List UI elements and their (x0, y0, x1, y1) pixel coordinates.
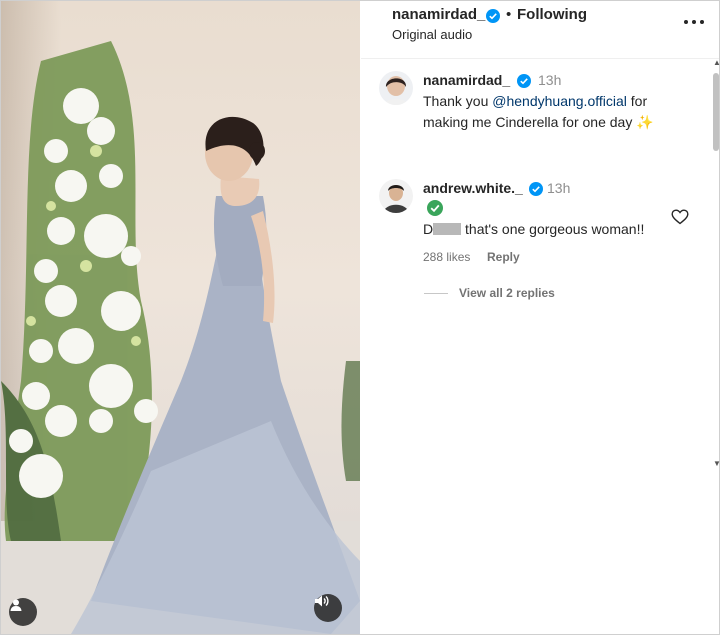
sound-toggle-button[interactable] (314, 594, 342, 622)
comment-text-prefix: D (423, 221, 434, 237)
avatar[interactable] (379, 179, 413, 213)
heart-outline-icon[interactable] (671, 209, 689, 230)
scroll-up-arrow-icon[interactable]: ▲ (713, 58, 720, 67)
user-tag-button[interactable] (9, 598, 37, 626)
more-options-icon[interactable] (682, 12, 706, 32)
verified-badge-icon (529, 182, 543, 196)
comment-timestamp[interactable]: 13h (538, 72, 561, 88)
post-photo (1, 41, 360, 634)
following-button[interactable]: Following (517, 6, 587, 23)
comment-username[interactable]: nanamirdad_ (423, 72, 510, 88)
comments-panel: nanamirdad_ • Following Original audio n… (361, 1, 719, 634)
post-header: nanamirdad_ • Following Original audio (361, 1, 719, 59)
header-username[interactable]: nanamirdad_ (392, 6, 485, 23)
original-audio-link[interactable]: Original audio (392, 27, 472, 42)
check-badge-icon (427, 200, 443, 216)
comment-timestamp[interactable]: 13h (547, 180, 570, 196)
avatar-image (379, 71, 413, 105)
like-count[interactable]: 288 likes (423, 250, 470, 264)
comment-text: D that's one gorgeous woman!! (423, 219, 673, 240)
caption-text: Thank you @hendyhuang.official for makin… (423, 91, 703, 133)
sparkles-emoji: ✨ (636, 114, 654, 130)
verified-badge-icon (486, 9, 500, 23)
user-tag-icon (10, 599, 22, 611)
post-media[interactable] (1, 1, 360, 634)
replies-divider (424, 293, 448, 294)
reply-button[interactable]: Reply (487, 250, 520, 264)
avatar-image (379, 179, 413, 213)
scroll-down-arrow-icon[interactable]: ▼ (713, 459, 720, 468)
comment-text-body: that's one gorgeous woman!! (461, 221, 645, 237)
censored-word (433, 223, 462, 235)
avatar[interactable] (379, 71, 413, 105)
caption-text-line2: making me Cinderella for one day (423, 114, 633, 130)
scrollbar-thumb[interactable] (713, 73, 719, 151)
header-separator: • (506, 6, 512, 23)
caption-text-part: Thank you (423, 93, 493, 109)
mention-link[interactable]: @hendyhuang.official (492, 93, 627, 109)
speaker-icon (315, 595, 329, 607)
comment-username[interactable]: andrew.white._ (423, 180, 523, 196)
view-replies-button[interactable]: View all 2 replies (459, 286, 555, 300)
comments-scrollbar[interactable]: ▲ ▼ (712, 58, 720, 468)
verified-badge-icon (517, 74, 531, 88)
caption-text-part: for (626, 93, 648, 109)
